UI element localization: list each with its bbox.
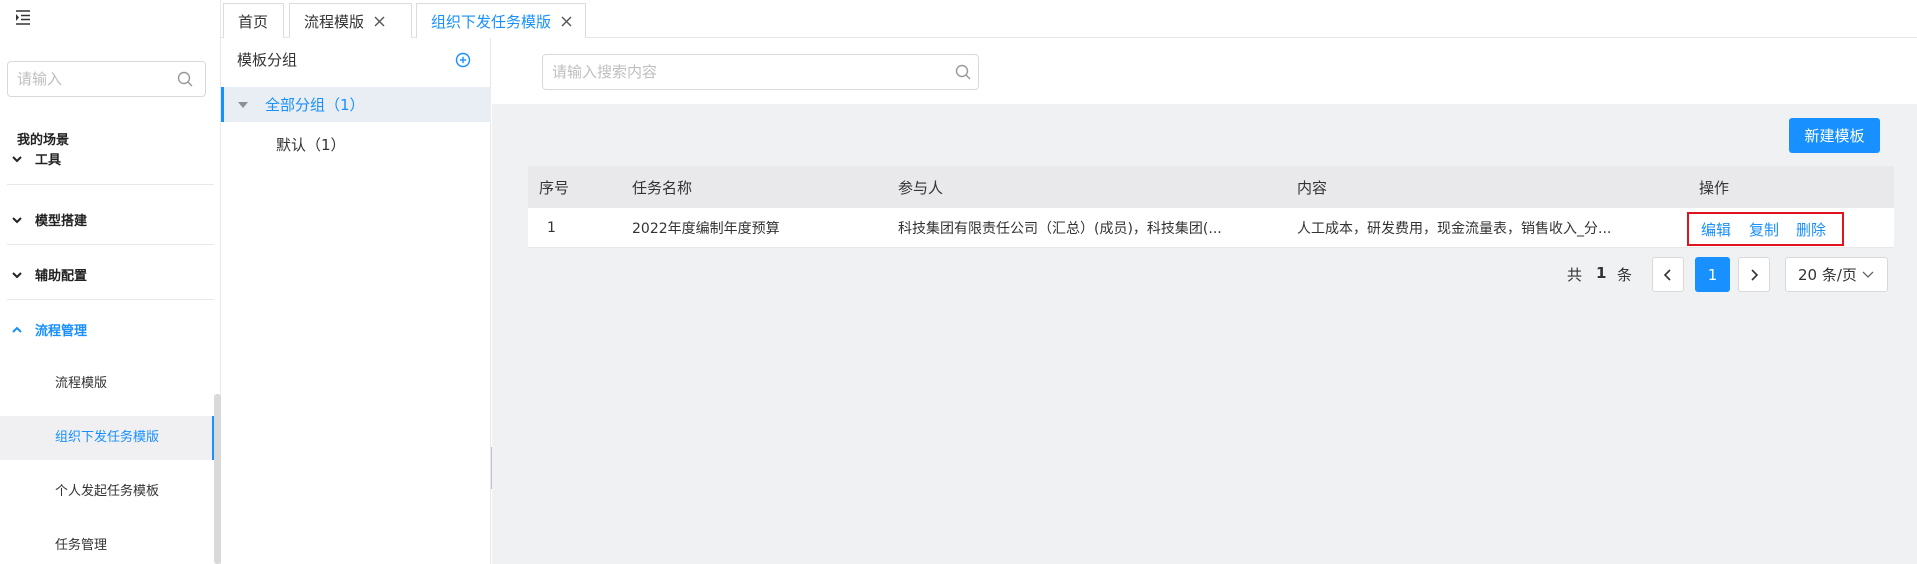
nav-group-aux-config[interactable]: 辅助配置 — [10, 265, 87, 284]
nav-group-label: 辅助配置 — [35, 269, 88, 284]
main-content: 新建模板 序号 任务名称 参与人 内容 操作 1 2022年度编制年度预算 科技… — [492, 38, 1917, 564]
close-icon[interactable] — [373, 15, 386, 28]
nav-item-process-template[interactable]: 流程模版 — [0, 362, 214, 406]
chevron-down-icon — [12, 216, 22, 223]
delete-link[interactable]: 删除 — [1796, 214, 1826, 244]
column-header-task-name: 任务名称 — [632, 178, 693, 197]
close-icon[interactable] — [560, 15, 573, 28]
template-group-panel: 模板分组 全部分组（1） 默认（1） — [221, 38, 491, 564]
page-button-current[interactable]: 1 — [1695, 257, 1730, 292]
tree-node-default[interactable]: 默认（1） — [276, 134, 346, 155]
chevron-up-icon — [12, 326, 22, 333]
nav-search-input[interactable] — [8, 62, 168, 96]
table-header: 序号 任务名称 参与人 内容 操作 — [528, 166, 1894, 208]
row-actions-highlight: 编辑 复制 删除 — [1687, 212, 1844, 246]
nav-group-process-management[interactable]: 流程管理 — [10, 320, 87, 339]
tab-label: 组织下发任务模版 — [431, 13, 552, 31]
divider — [7, 299, 214, 300]
column-header-content: 内容 — [1297, 178, 1328, 197]
chevron-down-icon — [12, 155, 22, 162]
prev-page-button[interactable] — [1652, 257, 1684, 292]
page-size-select[interactable]: 20 条/页 — [1785, 257, 1888, 292]
nav-group-tools[interactable]: 工具 — [10, 149, 61, 168]
chevron-right-icon — [1751, 269, 1759, 281]
new-template-button[interactable]: 新建模板 — [1789, 118, 1880, 153]
edit-link[interactable]: 编辑 — [1701, 214, 1731, 244]
cell-index: 1 — [547, 219, 556, 236]
pagination-total-prefix: 共 — [1567, 266, 1583, 284]
search-icon[interactable] — [177, 71, 193, 87]
main-search-input[interactable] — [543, 55, 933, 89]
chevron-left-icon — [1663, 269, 1671, 281]
column-header-index: 序号 — [539, 178, 570, 197]
cell-content: 人工成本，研发费用，现金流量表，销售收入_分... — [1297, 220, 1612, 237]
panel-title: 模板分组 — [237, 51, 298, 69]
nav-section-title: 我的场景 — [17, 133, 70, 148]
chevron-down-icon — [12, 271, 22, 278]
caret-down-icon[interactable] — [238, 101, 248, 109]
tree-node-label: 全部分组（1） — [265, 96, 365, 114]
nav-group-label: 工具 — [35, 153, 62, 168]
chevron-down-icon — [1862, 271, 1874, 278]
nav-group-model-building[interactable]: 模型搭建 — [10, 210, 87, 229]
pagination-total-suffix: 条 — [1617, 266, 1633, 284]
menu-fold-icon[interactable] — [14, 8, 32, 26]
nav-search-box — [7, 61, 206, 97]
search-bar — [492, 38, 1917, 104]
main-search-box — [542, 54, 979, 90]
pagination-total-count: 1 — [1596, 264, 1607, 282]
column-header-actions: 操作 — [1699, 178, 1730, 197]
nav-group-label: 流程管理 — [35, 324, 88, 339]
tab-label: 流程模版 — [304, 12, 365, 31]
add-circle-icon[interactable] — [455, 52, 471, 68]
tab-home[interactable]: 首页 — [223, 3, 284, 38]
nav-item-org-task-template[interactable]: 组织下发任务模版 — [0, 416, 214, 460]
nav-item-personal-task-template[interactable]: 个人发起任务模板 — [0, 470, 214, 514]
tab-org-task-template[interactable]: 组织下发任务模版 — [416, 3, 586, 39]
column-header-participants: 参与人 — [898, 178, 944, 197]
tab-process-template[interactable]: 流程模版 — [289, 3, 412, 38]
template-table: 序号 任务名称 参与人 内容 操作 1 2022年度编制年度预算 科技集团有限责… — [528, 166, 1894, 248]
nav-scrollbar[interactable] — [214, 394, 221, 564]
tab-label: 首页 — [238, 12, 269, 31]
table-row: 1 2022年度编制年度预算 科技集团有限责任公司（汇总）(成员)，科技集团(.… — [528, 208, 1894, 248]
left-navigation: 我的场景 工具 模型搭建 辅助配置 流程管理 流程模版 组织下发任务模版 个人发… — [0, 0, 221, 564]
next-page-button[interactable] — [1738, 257, 1770, 292]
divider — [7, 184, 214, 185]
divider — [7, 244, 214, 245]
copy-link[interactable]: 复制 — [1749, 214, 1779, 244]
page-size-value: 20 条/页 — [1798, 266, 1857, 284]
search-icon[interactable] — [955, 64, 971, 80]
nav-item-task-management[interactable]: 任务管理 — [0, 524, 214, 564]
nav-group-label: 模型搭建 — [35, 214, 88, 229]
cell-task-name: 2022年度编制年度预算 — [632, 220, 780, 237]
tab-bar: 首页 流程模版 组织下发任务模版 — [221, 0, 1917, 39]
cell-participants: 科技集团有限责任公司（汇总）(成员)，科技集团(... — [898, 220, 1222, 237]
tree-node-all-groups[interactable]: 全部分组（1） — [221, 87, 491, 122]
